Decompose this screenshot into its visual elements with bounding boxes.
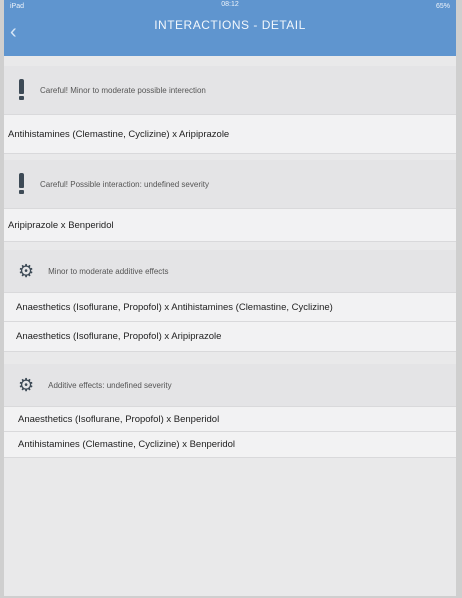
- section-header-label: Additive effects: undefined severity: [48, 380, 172, 390]
- ipad-screen: iPad 08:12 65% ‹ INTERACTIONS - DETAIL C…: [4, 0, 456, 596]
- interaction-pair: Anaesthetics (Isoflurane, Propofol) x An…: [16, 301, 333, 313]
- interaction-pair: Anaesthetics (Isoflurane, Propofol) x Ar…: [16, 331, 222, 342]
- section-header-label: Careful! Possible interaction: undefined…: [40, 179, 209, 189]
- exclamation-icon: [18, 173, 26, 195]
- interaction-pair: Aripiprazole x Benperidol: [8, 219, 114, 231]
- interaction-pair: Anaesthetics (Isoflurane, Propofol) x Be…: [18, 413, 220, 425]
- section-header-undefined-interaction: Careful! Possible interaction: undefined…: [4, 160, 456, 208]
- status-time: 08:12: [221, 1, 239, 8]
- interaction-pair: Antihistamines (Clemastine, Cyclizine) x…: [8, 128, 230, 140]
- list-item[interactable]: Antihistamines (Clemastine, Cyclizine) x…: [4, 432, 456, 458]
- back-chevron-icon[interactable]: ‹: [10, 22, 17, 42]
- navigation-bar: ‹ INTERACTIONS - DETAIL: [4, 12, 456, 56]
- page-title: INTERACTIONS - DETAIL: [154, 18, 306, 32]
- list-item[interactable]: Aripiprazole x Benperidol: [4, 208, 456, 242]
- interaction-pair: Antihistamines (Clemastine, Cyclizine) x…: [18, 439, 236, 450]
- gear-icon: ⚙: [18, 261, 35, 281]
- section-header-label: Minor to moderate additive effects: [48, 266, 169, 276]
- section-header-minor-moderate-additive: ⚙ Minor to moderate additive effects: [4, 250, 456, 292]
- section-header-minor-moderate-interaction: Careful! Minor to moderate possible inte…: [4, 66, 456, 114]
- list-item[interactable]: Antihistamines (Clemastine, Cyclizine) x…: [4, 114, 456, 154]
- list-item[interactable]: Anaesthetics (Isoflurane, Propofol) x An…: [4, 292, 456, 322]
- gear-icon: ⚙: [18, 375, 35, 395]
- list-item[interactable]: Anaesthetics (Isoflurane, Propofol) x Ar…: [4, 322, 456, 352]
- status-bar: iPad 08:12 65%: [4, 0, 456, 12]
- list-item[interactable]: Anaesthetics (Isoflurane, Propofol) x Be…: [4, 406, 456, 432]
- exclamation-icon: [18, 79, 26, 101]
- interactions-list: Careful! Minor to moderate possible inte…: [4, 56, 456, 458]
- section-header-additive-undefined: ⚙ Additive effects: undefined severity: [4, 364, 456, 406]
- section-header-label: Careful! Minor to moderate possible inte…: [40, 85, 206, 95]
